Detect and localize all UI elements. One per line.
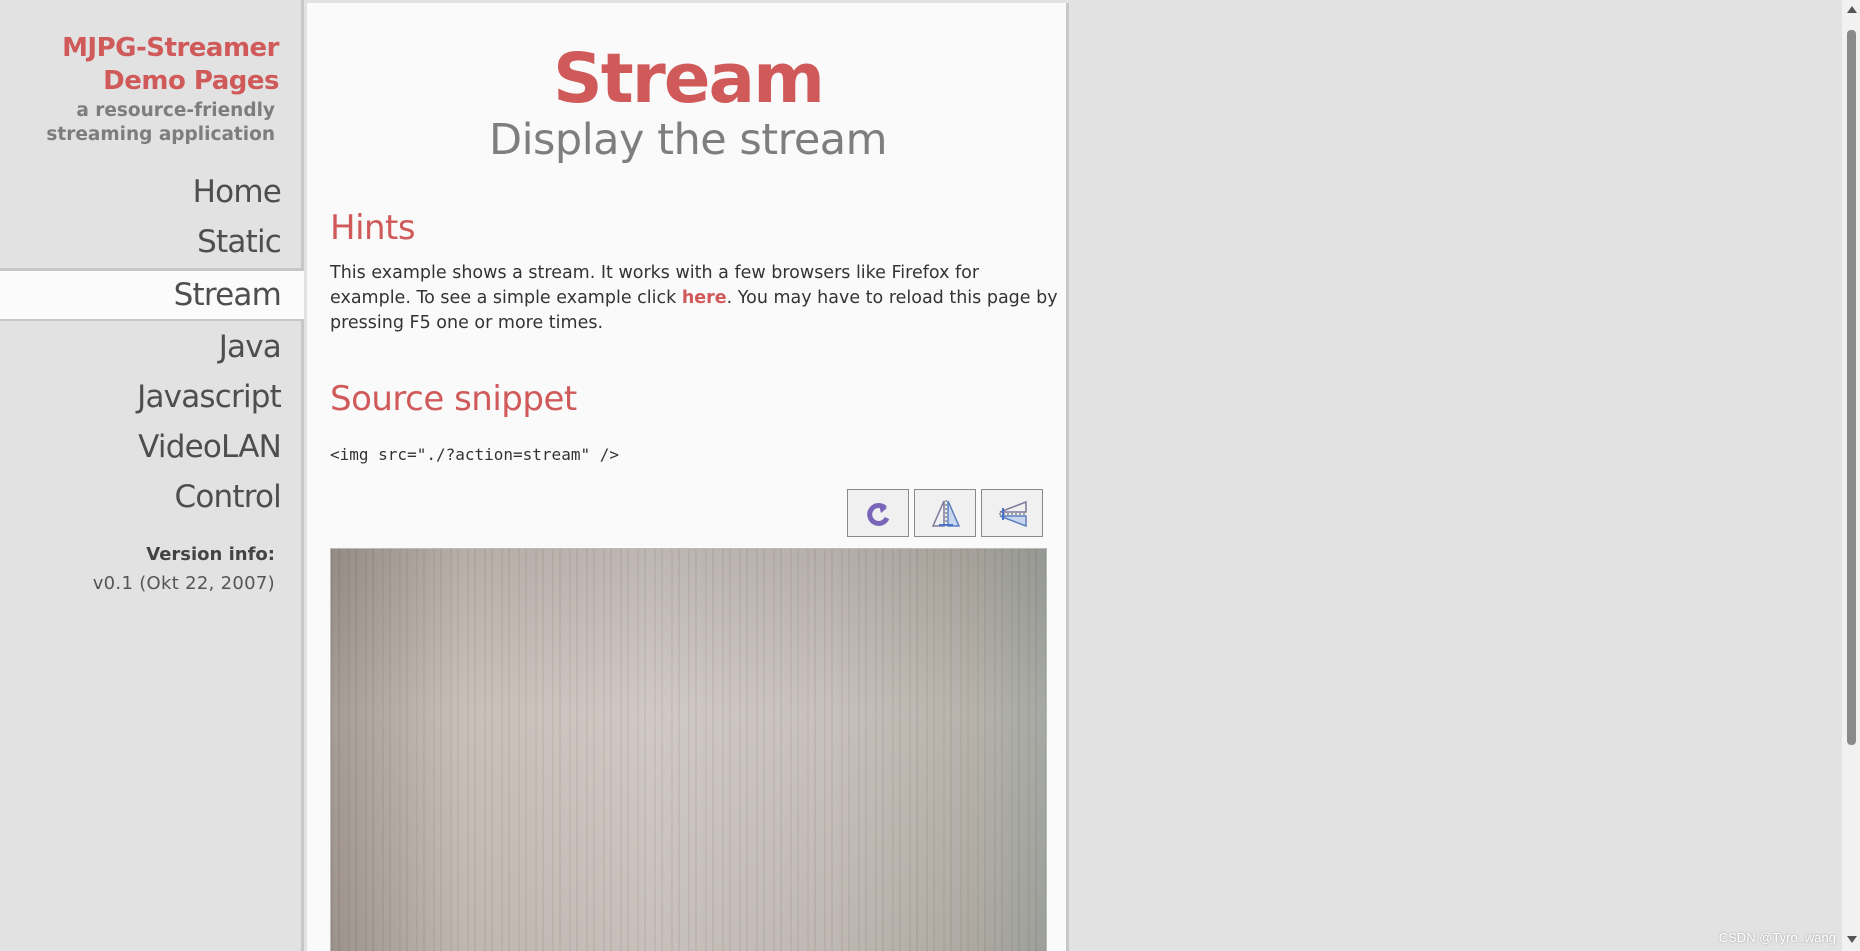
sidebar: MJPG-Streamer Demo Pages a resource-frie… xyxy=(0,0,304,951)
tagline-line1: a resource-friendly xyxy=(76,100,275,121)
page-subtitle: Display the stream xyxy=(488,115,888,165)
source-code: <img src="./?action=stream" /> xyxy=(330,445,619,464)
hints-paragraph: This example shows a stream. It works wi… xyxy=(330,261,1060,336)
scroll-thumb[interactable] xyxy=(1847,30,1856,745)
nav-item-java[interactable]: Java xyxy=(0,322,304,372)
nav-item-home[interactable]: Home xyxy=(0,167,304,217)
tagline-line2: streaming application xyxy=(46,124,275,145)
scroll-up-arrow-icon[interactable] xyxy=(1847,6,1857,13)
version-info: Version info: v0.1 (Okt 22, 2007) xyxy=(93,544,275,594)
brand: MJPG-Streamer Demo Pages a resource-frie… xyxy=(46,32,279,146)
stream-image xyxy=(330,548,1047,951)
vertical-scrollbar[interactable] xyxy=(1842,0,1860,951)
flip-horizontal-button[interactable] xyxy=(981,489,1043,537)
brand-title-line2: Demo Pages xyxy=(103,66,279,96)
flip-vertical-button[interactable] xyxy=(914,489,976,537)
version-value: v0.1 (Okt 22, 2007) xyxy=(92,573,275,594)
nav-item-stream[interactable]: Stream xyxy=(0,268,304,321)
scroll-down-arrow-icon[interactable] xyxy=(1847,936,1857,943)
hints-heading: Hints xyxy=(330,208,416,248)
nav-item-videolan[interactable]: VideoLAN xyxy=(0,422,304,472)
flip-vertical-icon xyxy=(931,500,961,528)
brand-title-line1: MJPG-Streamer xyxy=(62,33,279,63)
nav-item-control[interactable]: Control xyxy=(0,472,304,522)
page-title: Stream xyxy=(553,39,825,119)
main-nav: Home Static Stream Java Javascript Video… xyxy=(0,167,304,522)
rotate-icon xyxy=(867,502,890,526)
watermark: CSDN @Tyro_wang xyxy=(1718,930,1836,945)
here-link[interactable]: here xyxy=(682,288,727,308)
nav-item-javascript[interactable]: Javascript xyxy=(0,372,304,422)
flip-horizontal-icon xyxy=(999,500,1027,528)
nav-item-static[interactable]: Static xyxy=(0,217,304,267)
main-content: Stream Display the stream Hints This exa… xyxy=(307,3,1069,951)
source-snippet-heading: Source snippet xyxy=(330,379,577,419)
version-label: Version info: xyxy=(146,544,275,565)
rotate-button[interactable] xyxy=(847,489,909,537)
